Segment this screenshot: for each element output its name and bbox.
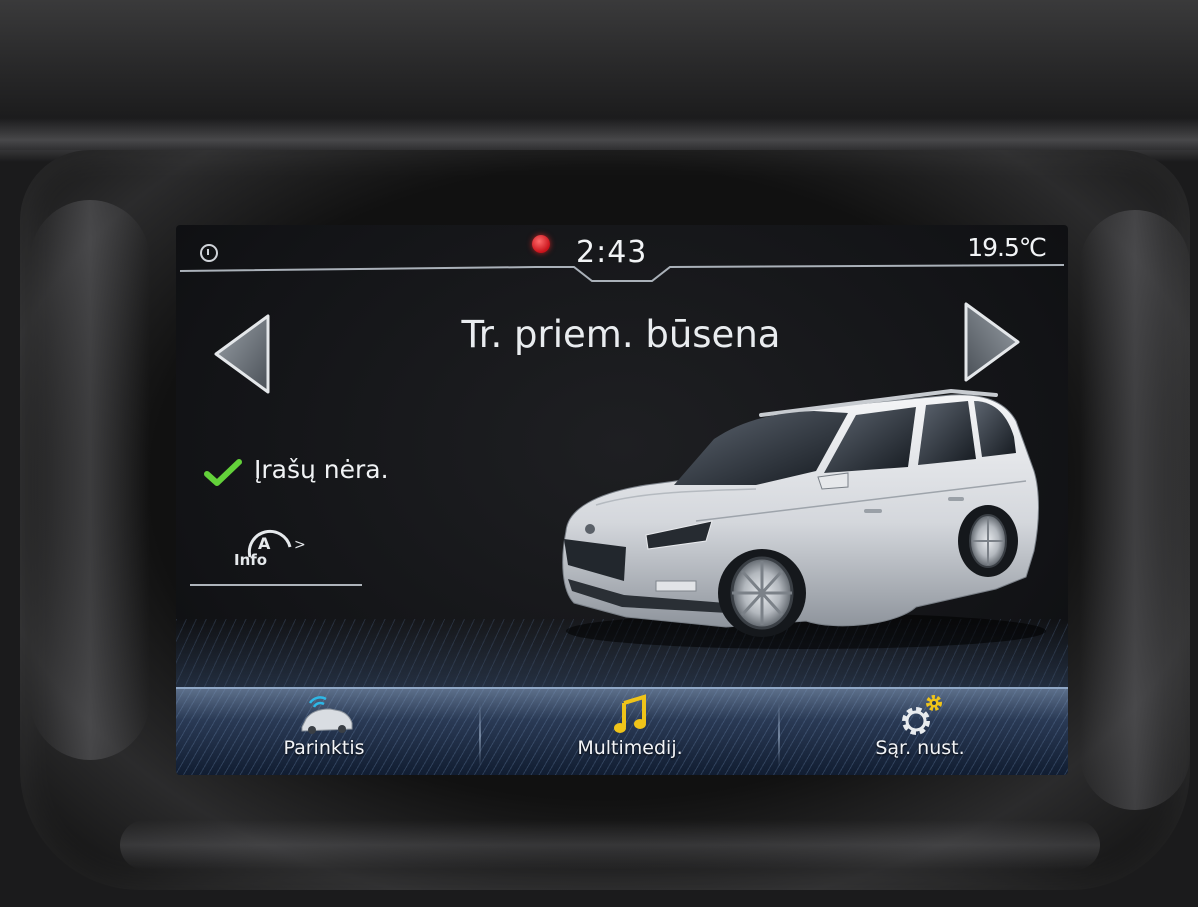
menu-item-options[interactable]: Parinktis: [176, 689, 472, 775]
status-bar: 2:43 19.5℃: [176, 225, 1068, 285]
bottom-menu-bar: Parinktis Multimedij. Sąr. nust.: [176, 687, 1068, 775]
car-illustration: [562, 388, 1046, 649]
car-wifi-icon: [301, 696, 353, 734]
vehicle-status-row: Įrašų nėra.: [204, 455, 464, 491]
bezel-glare-right: [1080, 210, 1190, 810]
infotainment-screen: 2:43 19.5℃ Tr. priem. būsena Įrašų nėra.: [176, 225, 1068, 775]
section-divider: [190, 584, 362, 586]
previous-page-arrow-icon[interactable]: [212, 313, 272, 395]
bezel-glare-left: [30, 200, 150, 760]
menu-item-multimedia[interactable]: Multimedij.: [482, 689, 778, 775]
clock: 2:43: [576, 235, 648, 270]
menu-item-options-label: Parinktis: [283, 737, 365, 759]
menu-separator: [479, 703, 481, 767]
menu-item-multimedia-label: Multimedij.: [577, 737, 683, 759]
checkmark-icon: [204, 459, 242, 486]
music-note-icon: [614, 694, 646, 733]
menu-item-settings-label: Sąr. nust.: [875, 737, 965, 759]
outside-temperature: 19.5℃: [967, 233, 1047, 262]
info-button-label: Info: [234, 551, 267, 569]
svg-text:>: >: [294, 537, 306, 553]
info-assistance-icon: A > Info: [234, 529, 306, 569]
vehicle-status-message: Įrašų nėra.: [254, 455, 389, 484]
menu-item-settings[interactable]: Sąr. nust.: [772, 689, 1068, 775]
recording-indicator-icon: [532, 235, 550, 253]
settings-gear-icon: [902, 695, 942, 735]
bezel-glare-bottom: [120, 820, 1100, 870]
next-page-arrow-icon[interactable]: [962, 301, 1022, 383]
home-icon[interactable]: [200, 244, 218, 262]
info-button[interactable]: A > Info: [232, 525, 322, 573]
page-title: Tr. priem. būsena: [461, 313, 781, 356]
